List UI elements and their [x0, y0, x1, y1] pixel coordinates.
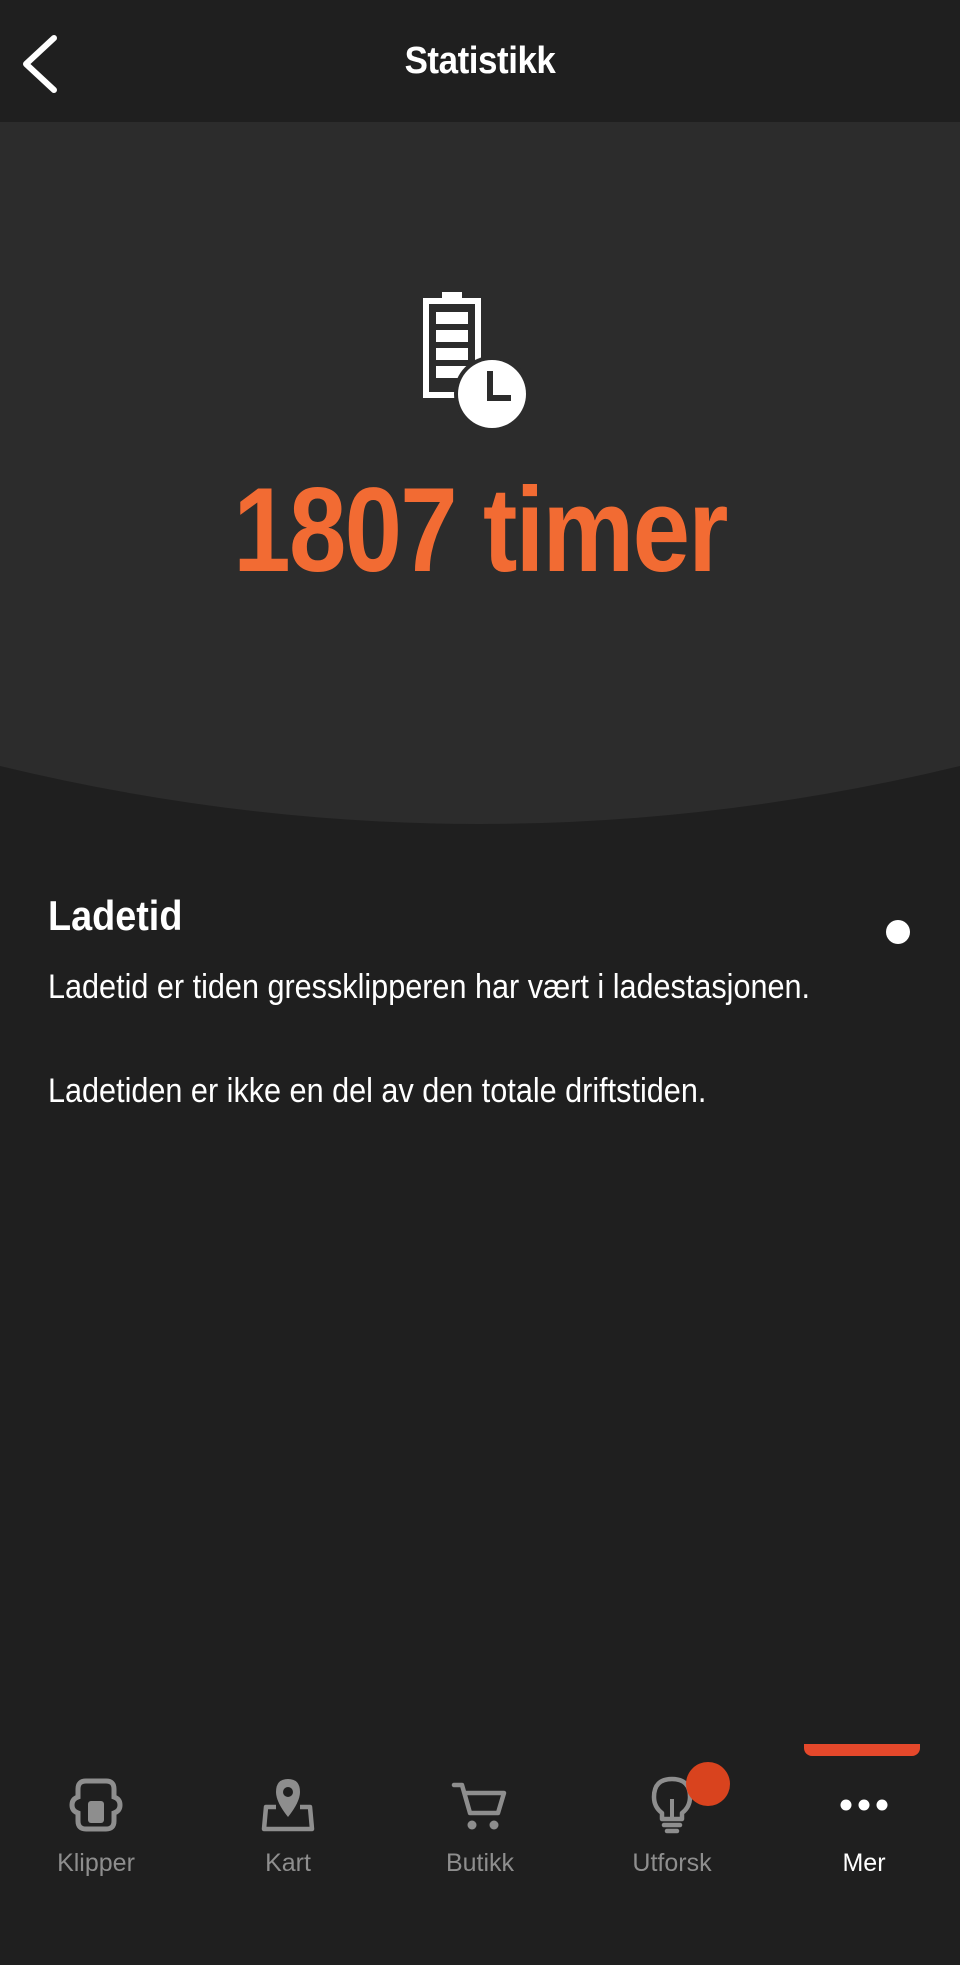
nav-item-mer[interactable]: Mer: [768, 1725, 960, 1877]
more-dots-icon: [840, 1799, 888, 1811]
nav-label: Kart: [265, 1849, 311, 1877]
nav-label: Butikk: [445, 1849, 515, 1877]
top-bar: Statistikk: [0, 0, 960, 122]
description-paragraph: Ladetiden er ikke en del av den totale d…: [48, 1072, 707, 1110]
battery-clock-icon: [423, 292, 530, 432]
nav-label: Utforsk: [632, 1849, 712, 1877]
nav-label: Mer: [842, 1849, 886, 1877]
indicator-dot: [886, 920, 910, 944]
hero-panel: 1807 timer: [0, 122, 960, 828]
nav-label: Klipper: [57, 1849, 135, 1877]
page-title: Statistikk: [404, 40, 556, 82]
notification-badge: [686, 1762, 730, 1806]
section-title: Ladetid: [48, 892, 183, 939]
description-paragraph: Ladetid er tiden gressklipperen har vært…: [48, 968, 811, 1006]
nav-item-utforsk[interactable]: Utforsk: [576, 1725, 768, 1877]
mower-icon: [69, 1778, 123, 1832]
statistics-screen: Statistikk 1807 timer Ladetid Ladetid er…: [0, 0, 960, 1965]
nav-item-butikk[interactable]: Butikk: [384, 1725, 576, 1877]
nav-item-klipper[interactable]: Klipper: [0, 1725, 192, 1877]
cart-icon: [451, 1782, 507, 1830]
bottom-navigation: Klipper Kart Butikk Utforsk Mer: [0, 1725, 960, 1965]
nav-item-kart[interactable]: Kart: [192, 1725, 384, 1877]
charging-time-value: 1807 timer: [233, 463, 728, 597]
map-pin-icon: [261, 1779, 315, 1832]
